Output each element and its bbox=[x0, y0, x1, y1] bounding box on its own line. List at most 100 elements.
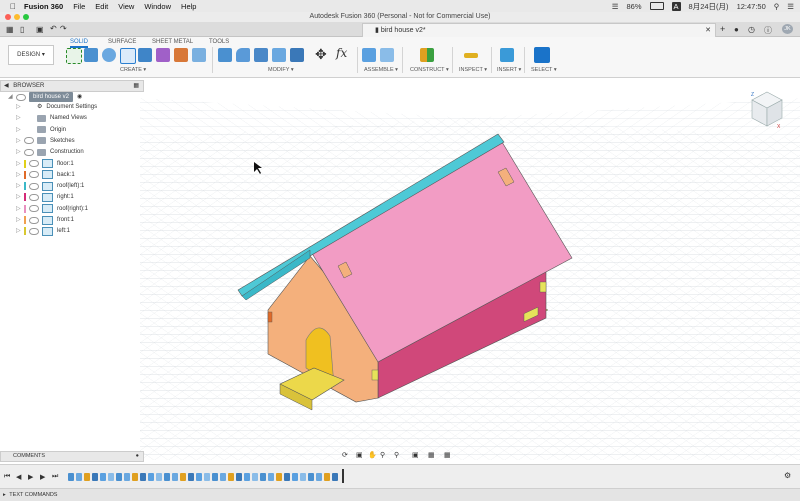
active-indicator-icon[interactable]: ◉ bbox=[77, 92, 82, 102]
timeline-feature[interactable] bbox=[244, 473, 250, 481]
browser-item[interactable]: ▷ floor:1 bbox=[16, 159, 74, 169]
measure-icon[interactable] bbox=[464, 53, 478, 58]
timeline-feature[interactable] bbox=[212, 473, 218, 481]
expand-icon[interactable]: ▷ bbox=[16, 226, 24, 236]
view-cube[interactable]: Z X bbox=[750, 88, 784, 130]
timeline-feature[interactable] bbox=[140, 473, 146, 481]
joint-origin-icon[interactable] bbox=[380, 48, 394, 62]
input-mode[interactable]: A bbox=[671, 1, 681, 11]
redo-icon[interactable]: ↷ bbox=[60, 24, 67, 33]
apps-grid-icon[interactable]: ▦ bbox=[6, 25, 14, 34]
apple-icon[interactable]:  bbox=[10, 2, 16, 11]
expand-icon[interactable]: ▷ bbox=[16, 204, 24, 214]
new-component-icon[interactable] bbox=[66, 48, 82, 64]
browser-panel-header[interactable]: ◀ BROWSER ▦ bbox=[0, 80, 144, 92]
fillet-icon[interactable] bbox=[236, 48, 250, 62]
expand-icon[interactable]: ▷ bbox=[16, 147, 24, 157]
tab-tools[interactable]: TOOLS bbox=[209, 39, 229, 45]
create-group-label[interactable]: CREATE ▾ bbox=[120, 67, 146, 73]
timeline-feature[interactable] bbox=[124, 473, 130, 481]
browser-item[interactable]: ▷ right:1 bbox=[16, 192, 74, 202]
visibility-icon[interactable] bbox=[24, 148, 34, 156]
battery-percent[interactable]: 86% bbox=[627, 2, 642, 11]
sketch-icon[interactable] bbox=[120, 48, 136, 64]
visibility-icon[interactable] bbox=[24, 137, 34, 145]
timeline-settings-icon[interactable]: ⚙ bbox=[784, 471, 791, 480]
zoom-icon[interactable]: ⚲ bbox=[380, 451, 385, 459]
timeline-feature[interactable] bbox=[172, 473, 178, 481]
menu-app-name[interactable]: Fusion 360 bbox=[24, 2, 63, 11]
browser-item[interactable]: ▷ left:1 bbox=[16, 226, 70, 236]
timeline-feature[interactable] bbox=[76, 473, 82, 481]
combine-icon[interactable] bbox=[290, 48, 304, 62]
timeline-feature[interactable] bbox=[260, 473, 266, 481]
timeline-feature[interactable] bbox=[284, 473, 290, 481]
timeline-feature[interactable] bbox=[84, 473, 90, 481]
text-commands-bar[interactable]: ▸ TEXT COMMANDS bbox=[0, 488, 800, 501]
battery-icon[interactable] bbox=[649, 2, 664, 10]
timeline-next-button[interactable]: ▶ bbox=[40, 473, 45, 481]
grid-settings-icon[interactable]: ▦ bbox=[428, 451, 435, 459]
timeline-feature[interactable] bbox=[108, 473, 114, 481]
timeline-feature[interactable] bbox=[188, 473, 194, 481]
file-menu-icon[interactable]: ▯ bbox=[20, 25, 24, 34]
timeline-feature[interactable] bbox=[308, 473, 314, 481]
timeline-feature[interactable] bbox=[196, 473, 202, 481]
expand-icon[interactable]: ▷ bbox=[16, 215, 24, 225]
timeline-feature[interactable] bbox=[236, 473, 242, 481]
browser-item[interactable]: ▷ Named Views bbox=[16, 113, 87, 123]
modify-group-label[interactable]: MODIFY ▾ bbox=[268, 67, 294, 73]
visibility-icon[interactable] bbox=[29, 205, 39, 213]
menubar-time[interactable]: 12:47:50 bbox=[737, 2, 766, 11]
timeline-feature[interactable] bbox=[180, 473, 186, 481]
workspace-switcher[interactable]: DESIGN ▾ bbox=[8, 45, 54, 65]
move-icon[interactable]: ✥ bbox=[315, 46, 327, 63]
visibility-icon[interactable] bbox=[29, 171, 39, 179]
assemble-group-label[interactable]: ASSEMBLE ▾ bbox=[364, 67, 398, 73]
timeline-feature[interactable] bbox=[220, 473, 226, 481]
timeline-feature[interactable] bbox=[316, 473, 322, 481]
extrude-icon[interactable] bbox=[84, 48, 98, 62]
parameters-icon[interactable]: fx bbox=[336, 46, 347, 60]
offset-plane-icon[interactable] bbox=[420, 48, 434, 62]
add-comment-icon[interactable]: ● bbox=[136, 452, 139, 461]
timeline-feature[interactable] bbox=[300, 473, 306, 481]
insert-group-label[interactable]: INSERT ▾ bbox=[497, 67, 521, 73]
menu-file[interactable]: File bbox=[73, 2, 85, 11]
search-icon[interactable]: ⚲ bbox=[774, 2, 780, 11]
pan-icon[interactable]: ✋ bbox=[368, 451, 377, 459]
shell-icon[interactable] bbox=[272, 48, 286, 62]
fit-icon[interactable]: ⚲ bbox=[394, 451, 399, 459]
collapse-icon[interactable]: ◀ bbox=[4, 83, 9, 89]
expand-icon[interactable]: ▷ bbox=[16, 125, 24, 135]
insert-image-icon[interactable] bbox=[500, 48, 514, 62]
help-icon[interactable]: ⓘ bbox=[764, 25, 772, 36]
menu-view[interactable]: View bbox=[118, 2, 134, 11]
document-tab[interactable]: ▮ bird house v2* ✕ bbox=[362, 23, 716, 37]
tab-surface[interactable]: SURFACE bbox=[108, 39, 136, 45]
visibility-icon[interactable] bbox=[29, 193, 39, 201]
timeline-play-button[interactable]: ▶ bbox=[28, 473, 33, 481]
expand-icon[interactable]: ◢ bbox=[8, 92, 16, 102]
visibility-icon[interactable] bbox=[29, 227, 39, 235]
timeline-feature[interactable] bbox=[252, 473, 258, 481]
press-pull-icon[interactable] bbox=[218, 48, 232, 62]
visibility-icon[interactable] bbox=[29, 160, 39, 167]
timeline-feature[interactable] bbox=[116, 473, 122, 481]
timeline-feature[interactable] bbox=[332, 473, 338, 481]
construct-group-label[interactable]: CONSTRUCT ▾ bbox=[410, 67, 449, 73]
undo-icon[interactable]: ↶ bbox=[50, 24, 57, 33]
browser-item[interactable]: ▷ Sketches bbox=[16, 136, 75, 146]
timeline-feature[interactable] bbox=[100, 473, 106, 481]
text-commands-expand-icon[interactable]: ▸ bbox=[3, 492, 6, 498]
box-icon[interactable] bbox=[138, 48, 152, 62]
menu-edit[interactable]: Edit bbox=[95, 2, 108, 11]
tab-sheet-metal[interactable]: SHEET METAL bbox=[152, 39, 193, 45]
menu-help[interactable]: Help bbox=[181, 2, 196, 11]
extensions-icon[interactable]: ● bbox=[734, 25, 739, 34]
timeline-feature[interactable] bbox=[324, 473, 330, 481]
revolve-icon[interactable] bbox=[102, 48, 116, 62]
expand-icon[interactable]: ▷ bbox=[16, 170, 24, 180]
new-joint-icon[interactable] bbox=[362, 48, 376, 62]
orbit-icon[interactable]: ⟳ bbox=[342, 451, 348, 459]
